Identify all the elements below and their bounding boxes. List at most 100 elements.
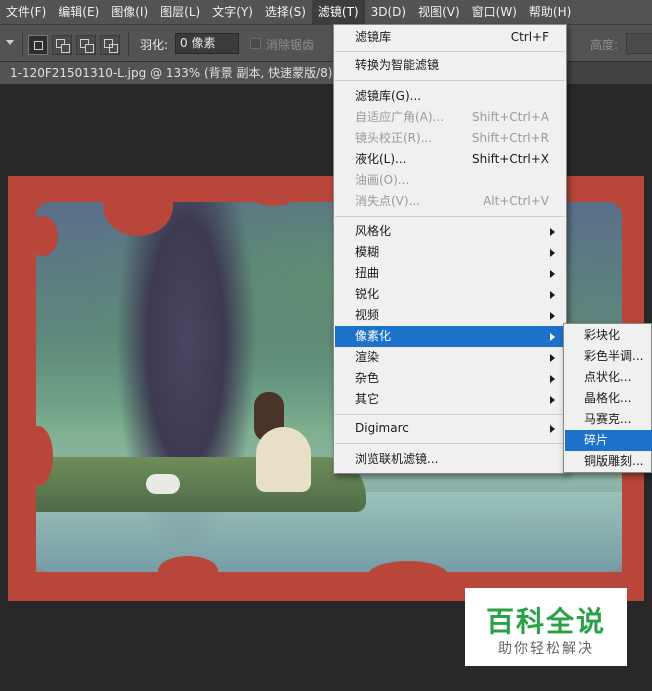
- menu-image[interactable]: 图像(I): [105, 0, 154, 24]
- menu-layer[interactable]: 图层(L): [154, 0, 206, 24]
- menu-item-label: 消失点(V)...: [355, 194, 421, 208]
- height-label: 高度:: [590, 38, 619, 52]
- submenu-item-label: 晶格化...: [584, 391, 632, 405]
- liquify-item[interactable]: 液化(L)... Shift+Ctrl+X: [335, 149, 565, 170]
- mask-splash: [158, 556, 218, 586]
- pixelate-item[interactable]: 像素化: [335, 326, 565, 347]
- menu-item-label: 滤镜库(G)...: [355, 89, 422, 103]
- submenu-item-label: 彩色半调...: [584, 349, 644, 363]
- pointillize-item[interactable]: 点状化...: [565, 367, 652, 388]
- height-input[interactable]: [626, 33, 652, 54]
- browse-online-filters-item[interactable]: 浏览联机滤镜...: [335, 449, 565, 470]
- menu-item-label: 锐化: [355, 287, 380, 301]
- pixelate-submenu: 彩块化 彩色半调... 点状化... 晶格化... 马赛克... 碎片 铜版雕刻…: [563, 323, 652, 473]
- oil-paint-item: 油画(O)...: [335, 170, 565, 191]
- subtract-from-selection-button[interactable]: [76, 35, 96, 55]
- menu-3d[interactable]: 3D(D): [365, 0, 412, 24]
- submenu-arrow-icon: [550, 396, 555, 404]
- sharpen-item[interactable]: 锐化: [335, 284, 565, 305]
- antialias-checkbox[interactable]: [250, 38, 261, 49]
- digimarc-item[interactable]: Digimarc: [335, 418, 565, 439]
- menu-select[interactable]: 选择(S): [259, 0, 312, 24]
- menu-item-label: 模糊: [355, 245, 380, 259]
- noise-item[interactable]: 杂色: [335, 368, 565, 389]
- tool-preset-dropdown-icon[interactable]: [6, 40, 14, 45]
- other-item[interactable]: 其它: [335, 389, 565, 410]
- menu-item-label: 油画(O)...: [355, 173, 410, 187]
- mosaic-item[interactable]: 马赛克...: [565, 409, 652, 430]
- color-halftone-blocks-item[interactable]: 彩块化: [565, 325, 652, 346]
- submenu-item-label: 彩块化: [584, 328, 621, 342]
- submenu-item-label: 马赛克...: [584, 412, 632, 426]
- menu-edit[interactable]: 编辑(E): [52, 0, 105, 24]
- menu-item-label: 视频: [355, 308, 380, 322]
- options-divider: [128, 33, 129, 57]
- antialias-label: 消除锯齿: [266, 38, 315, 52]
- distort-item[interactable]: 扭曲: [335, 263, 565, 284]
- submenu-arrow-icon: [550, 228, 555, 236]
- mask-splash: [23, 426, 53, 486]
- document-tab[interactable]: 1-120F21501310-L.jpg @ 133% (背景 副本, 快速蒙版…: [0, 62, 353, 84]
- blur-item[interactable]: 模糊: [335, 242, 565, 263]
- menu-item-label: 镜头校正(R)...: [355, 131, 433, 145]
- menu-item-label: 液化(L)...: [355, 152, 407, 166]
- subtract-selection-icon-overlay: [85, 44, 94, 53]
- menu-separator: [335, 80, 565, 81]
- girl-dress: [256, 427, 311, 492]
- feather-input[interactable]: 0 像素: [175, 33, 239, 54]
- submenu-arrow-icon: [550, 291, 555, 299]
- submenu-item-label: 碎片: [584, 433, 609, 447]
- submenu-arrow-icon: [550, 425, 555, 433]
- menu-separator: [335, 443, 565, 444]
- menu-item-label: 其它: [355, 392, 380, 406]
- menu-item-shortcut: Shift+Ctrl+R: [471, 131, 549, 145]
- vanishing-point-item: 消失点(V)... Alt+Ctrl+V: [335, 191, 565, 212]
- filter-gallery-last-item[interactable]: 滤镜库 Ctrl+F: [335, 27, 565, 48]
- lens-correction-item: 镜头校正(R)... Shift+Ctrl+R: [335, 128, 565, 149]
- color-halftone-item[interactable]: 彩色半调...: [565, 346, 652, 367]
- menu-view[interactable]: 视图(V): [412, 0, 466, 24]
- submenu-arrow-icon: [550, 375, 555, 383]
- menu-item-shortcut: Alt+Ctrl+V: [483, 194, 549, 208]
- menu-item-label: 像素化: [355, 329, 392, 343]
- menu-help[interactable]: 帮助(H): [523, 0, 577, 24]
- intersect-selection-button[interactable]: [100, 35, 120, 55]
- new-selection-icon: [34, 41, 43, 50]
- menu-separator: [335, 414, 565, 415]
- menu-type[interactable]: 文字(Y): [206, 0, 259, 24]
- menu-item-label: 渲染: [355, 350, 380, 364]
- menu-item-shortcut: Shift+Ctrl+A: [472, 110, 549, 124]
- menu-separator: [335, 51, 565, 52]
- stylize-item[interactable]: 风格化: [335, 221, 565, 242]
- submenu-arrow-icon: [550, 249, 555, 257]
- intersect-selection-icon-overlay: [109, 44, 118, 53]
- menu-item-label: 扭曲: [355, 266, 380, 280]
- menu-filter[interactable]: 滤镜(T): [311, 0, 365, 24]
- fragment-item[interactable]: 碎片: [565, 430, 652, 451]
- crystallize-item[interactable]: 晶格化...: [565, 388, 652, 409]
- render-item[interactable]: 渲染: [335, 347, 565, 368]
- menu-item-label: 自适应广角(A)...: [355, 110, 445, 124]
- watermark-title: 百科全说: [485, 605, 606, 638]
- menu-item-shortcut: Ctrl+F: [510, 30, 549, 44]
- submenu-item-label: 点状化...: [584, 370, 632, 384]
- convert-smart-filter-item[interactable]: 转换为智能滤镜: [335, 55, 565, 76]
- watermark-subtitle: 助你轻松解决: [498, 641, 594, 657]
- video-item[interactable]: 视频: [335, 305, 565, 326]
- filter-gallery-item[interactable]: 滤镜库(G)...: [335, 86, 565, 107]
- menu-item-label: 风格化: [355, 224, 392, 238]
- menu-item-label: Digimarc: [355, 421, 409, 435]
- mezzotint-item[interactable]: 铜版雕刻...: [565, 451, 652, 472]
- menu-window[interactable]: 窗口(W): [466, 0, 523, 24]
- mask-splash: [28, 216, 58, 256]
- add-selection-icon-overlay: [61, 44, 70, 53]
- watermark-logo: 百科全说 助你轻松解决: [465, 588, 627, 666]
- new-selection-button[interactable]: [28, 35, 48, 55]
- mask-splash: [248, 180, 298, 206]
- menu-file[interactable]: 文件(F): [0, 0, 52, 24]
- menu-item-label: 滤镜库: [355, 30, 392, 44]
- filter-menu: 滤镜库 Ctrl+F 转换为智能滤镜 滤镜库(G)... 自适应广角(A)...…: [333, 24, 567, 474]
- mask-splash: [368, 561, 448, 589]
- add-to-selection-button[interactable]: [52, 35, 72, 55]
- submenu-arrow-icon: [550, 354, 555, 362]
